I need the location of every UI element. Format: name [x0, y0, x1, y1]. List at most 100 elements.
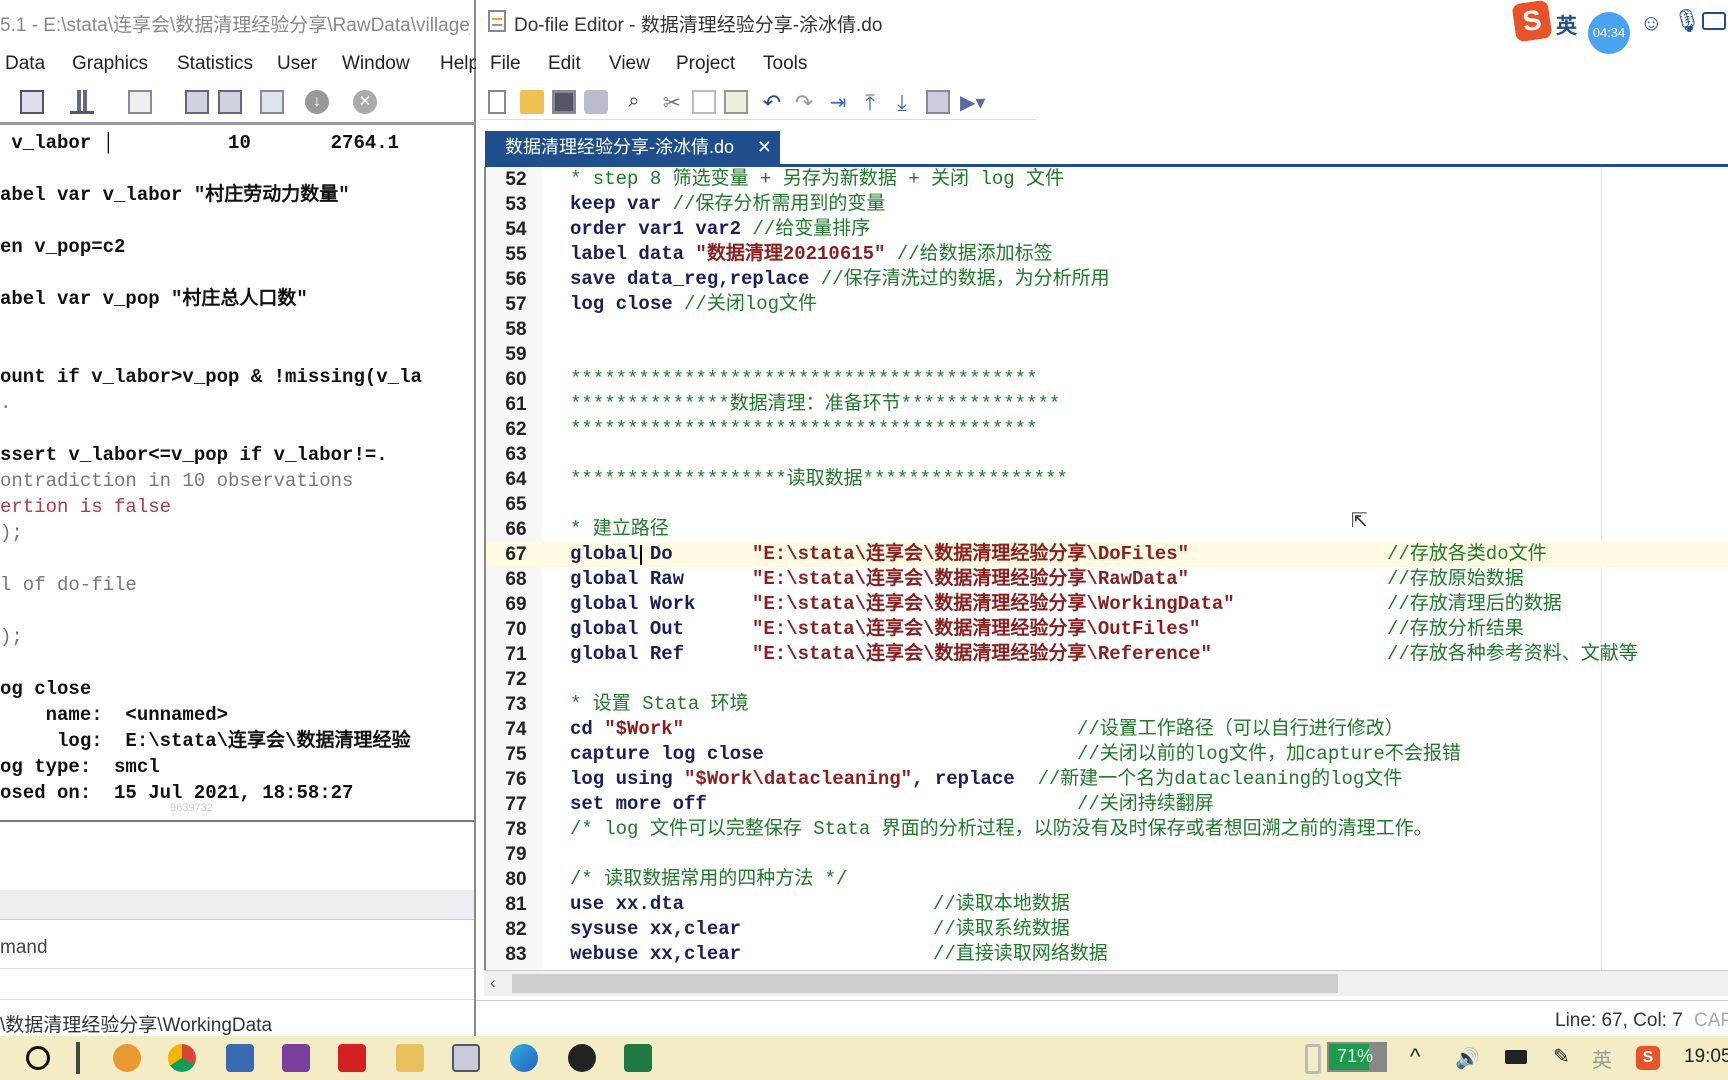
emoji-icon[interactable]: ☺ — [1640, 10, 1662, 36]
taskbar-ime-language[interactable]: 英 — [1592, 1044, 1612, 1073]
code-line[interactable]: 61 **************数据清理：准备环节************** — [486, 392, 1728, 417]
network-icon[interactable] — [1505, 1050, 1527, 1064]
code-line[interactable]: 65 — [486, 492, 1728, 517]
pen-icon[interactable]: ✎ — [1553, 1044, 1570, 1069]
redo-icon[interactable]: ↷ — [792, 90, 816, 115]
data-editor-icon[interactable] — [185, 90, 209, 114]
task-view-icon[interactable] — [76, 1042, 80, 1074]
notes-app-icon[interactable] — [226, 1044, 254, 1072]
scrollbar-thumb[interactable] — [512, 974, 1338, 993]
find-icon[interactable]: ⌕ — [622, 90, 646, 114]
code-string: "E:\stata\连享会\数据清理经验分享\DoFiles" — [752, 543, 1190, 565]
clock[interactable]: 19:05 — [1684, 1046, 1728, 1068]
edge-icon[interactable] — [510, 1044, 538, 1072]
menu-user[interactable]: User — [277, 53, 317, 75]
more-icon[interactable]: ↓ — [305, 90, 329, 114]
open-icon[interactable] — [520, 90, 544, 114]
menu-help[interactable]: Help — [440, 53, 479, 75]
undo-icon[interactable]: ↶ — [760, 90, 784, 115]
code-line[interactable]: 78 /* log 文件可以完整保存 Stata 界面的分析过程，以防没有及时保存… — [486, 817, 1728, 842]
cut-icon[interactable]: ✂ — [660, 90, 684, 115]
show-hidden-icons[interactable]: ^ — [1410, 1044, 1420, 1070]
excel-icon[interactable] — [624, 1044, 652, 1072]
code-line[interactable]: 59 — [486, 342, 1728, 367]
code-line[interactable]: 60 **************************************… — [486, 367, 1728, 392]
app-red-icon[interactable] — [338, 1044, 366, 1072]
search-circle-icon[interactable] — [26, 1046, 50, 1070]
horizontal-scrollbar[interactable]: ‹ — [484, 970, 1728, 996]
code-line[interactable]: 62 **************************************… — [486, 417, 1728, 442]
volume-icon[interactable]: 🔊 — [1455, 1046, 1480, 1071]
sogou-logo-icon[interactable]: S — [1511, 0, 1553, 43]
code-line[interactable]: 71 global Ref "E:\stata\连享会\数据清理经验分享\Refer… — [486, 642, 1728, 667]
graph-icon[interactable] — [70, 90, 94, 114]
menu-project[interactable]: Project — [676, 53, 735, 75]
search-app-icon[interactable] — [113, 1044, 141, 1072]
sogou-tray-icon[interactable]: S — [1636, 1046, 1660, 1070]
paste-icon[interactable] — [724, 90, 748, 114]
execute-do-icon[interactable]: ▶▾ — [960, 90, 985, 114]
menu-file[interactable]: File — [490, 53, 521, 75]
bookmark-next-icon[interactable]: ⤓ — [890, 90, 914, 115]
menu-statistics[interactable]: Statistics — [177, 53, 253, 75]
code-line[interactable]: 68 global Raw "E:\stata\连享会\数据清理经验分享\RawDa… — [486, 567, 1728, 592]
code-line[interactable]: 73 * 设置 Stata 环境 — [486, 692, 1728, 717]
menu-tools[interactable]: Tools — [763, 53, 807, 75]
variables-manager-icon[interactable] — [260, 90, 284, 114]
code-editor[interactable]: 52 * step 8 筛选变量 + 另存为新数据 + 关闭 log 文件 53 ke… — [484, 167, 1728, 970]
code-line[interactable]: 75 capture log close //关闭以前的log文件，加capture… — [486, 742, 1728, 767]
code-line[interactable]: 57 log close //关闭log文件 — [486, 292, 1728, 317]
code-line[interactable]: 77 set more off //关闭持续翻屏 — [486, 792, 1728, 817]
print-icon[interactable] — [584, 90, 608, 114]
copy-icon[interactable] — [692, 90, 716, 114]
code-line[interactable]: 55 label data "数据清理20210615" //给数据添加标签 — [486, 242, 1728, 267]
file-explorer-icon[interactable] — [396, 1044, 424, 1072]
break-icon[interactable]: ✕ — [353, 90, 377, 114]
code-line[interactable]: 52 * step 8 筛选变量 + 另存为新数据 + 关闭 log 文件 — [486, 167, 1728, 192]
code-line[interactable]: 58 — [486, 317, 1728, 342]
code-line[interactable]: 81 use xx.dta //读取本地数据 — [486, 892, 1728, 917]
scroll-left-icon[interactable]: ‹ — [490, 973, 496, 993]
code-line[interactable]: 56 save data_reg,replace //保存清洗过的数据，为分析所用 — [486, 267, 1728, 292]
menu-graphics[interactable]: Graphics — [72, 53, 148, 75]
code-line[interactable]: 72 — [486, 667, 1728, 692]
menu-data[interactable]: Data — [5, 53, 45, 75]
keyboard-icon[interactable] — [1702, 12, 1726, 30]
code-line[interactable]: 53 keep var //保存分析需用到的变量 — [486, 192, 1728, 217]
microphone-icon[interactable]: 🎙 — [1673, 8, 1701, 34]
menu-edit[interactable]: Edit — [548, 53, 581, 75]
data-browser-icon[interactable] — [218, 90, 242, 114]
shift-right-icon[interactable]: ⇥ — [826, 90, 850, 114]
do-file-editor-icon[interactable] — [128, 90, 152, 114]
code-line[interactable]: 54 order var1 var2 //给变量排序 — [486, 217, 1728, 242]
command-input[interactable] — [0, 968, 474, 1000]
code-line[interactable]: 76 log using "$Work\datacleaning", replac… — [486, 767, 1728, 792]
stata-taskbar-icon[interactable] — [452, 1044, 480, 1072]
code-line[interactable]: 63 — [486, 442, 1728, 467]
code-line[interactable]: 64 *******************读取数据***************… — [486, 467, 1728, 492]
tab-do-file[interactable]: 数据清理经验分享-涂冰倩.do ✕ — [485, 131, 780, 164]
code-line[interactable]: 82 sysuse xx,clear //读取系统数据 — [486, 917, 1728, 942]
code-line[interactable]: 74 cd "$Work" //设置工作路径（可以自行进行修改） — [486, 717, 1728, 742]
code-line[interactable]: 80 /* 读取数据常用的四种方法 */ — [486, 867, 1728, 892]
battery-indicator[interactable]: 71% — [1327, 1042, 1387, 1072]
new-file-icon[interactable] — [488, 90, 506, 114]
code-line[interactable]: 70 global Out "E:\stata\连享会\数据清理经验分享\OutFi… — [486, 617, 1728, 642]
viewer-icon[interactable] — [20, 90, 44, 114]
code-line[interactable]: 66 * 建立路径 — [486, 517, 1728, 542]
code-line[interactable]: 79 — [486, 842, 1728, 867]
onenote-icon[interactable] — [282, 1044, 310, 1072]
code-line[interactable]: 83 webuse xx,clear //直接读取网络数据 — [486, 942, 1728, 967]
bookmark-previous-icon[interactable]: ⤒ — [858, 90, 882, 115]
chrome-icon[interactable] — [168, 1044, 196, 1072]
ime-language[interactable]: 英 — [1556, 10, 1577, 40]
code-line[interactable]: 69 global Work "E:\stata\连享会\数据清理经验分享\Work… — [486, 592, 1728, 617]
show-file-icon[interactable] — [926, 90, 950, 114]
save-icon[interactable] — [552, 90, 576, 114]
obs-icon[interactable] — [568, 1044, 596, 1072]
code-line[interactable]: 67 global Do "E:\stata\连享会\数据清理经验分享\DoFile… — [486, 542, 1728, 567]
command-splitter[interactable] — [0, 890, 474, 920]
tab-close-icon[interactable]: ✕ — [757, 131, 772, 164]
menu-window[interactable]: Window — [342, 53, 410, 75]
menu-view[interactable]: View — [609, 53, 650, 75]
